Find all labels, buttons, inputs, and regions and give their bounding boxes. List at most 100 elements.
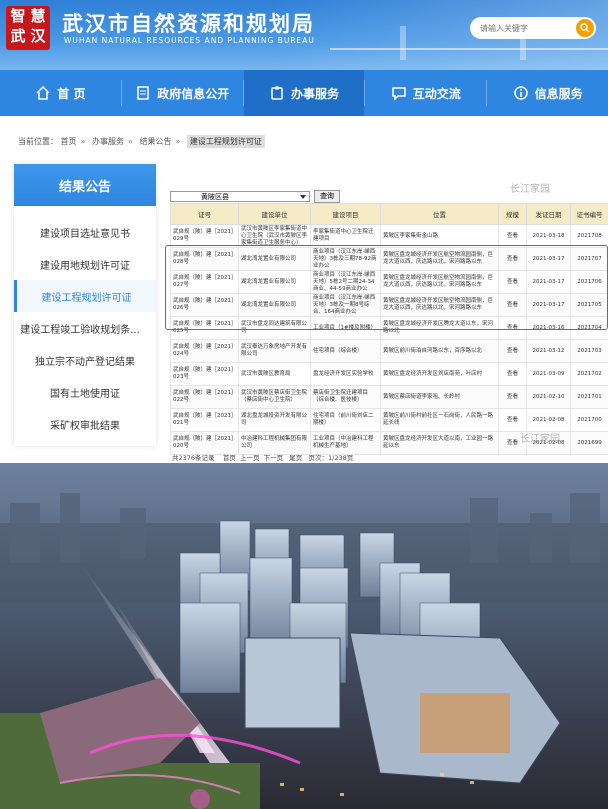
filter-bar: 黄陂区县 查询 (170, 189, 340, 203)
breadcrumb: 当前位置： 首页» 办事服务» 结果公告» 建设工程规划许可证 (18, 135, 265, 148)
breadcrumb-current: 建设工程规划许可证 (186, 135, 265, 148)
page-info: 页次：1/238页 (308, 454, 354, 462)
nav-interaction[interactable]: 互动交流 (365, 70, 486, 116)
magnifier-icon (580, 23, 590, 33)
table-cell: 武汉市黄陂区蔡店街卫生院（蔡店街中心卫生院） (238, 385, 311, 409)
sidebar-item-construction-permit[interactable]: 建设工程规划许可证 (14, 280, 156, 312)
column-header: 证号 (170, 203, 239, 225)
breadcrumb-link-results[interactable]: 结果公告 (139, 137, 171, 146)
nav-gov-info-label: 政府信息公开 (157, 86, 230, 101)
table-row[interactable]: 武自规（陂）建［2021］028号 湖北湾龙置业有限公司 商业项目（汉江东岸·嵊西天… (170, 247, 608, 271)
table-cell: 2021704 (570, 316, 608, 340)
last-page-link[interactable]: 尾页 (289, 454, 302, 462)
sidebar-item-property-registration[interactable]: 独立宗不动产登记结果 (14, 344, 156, 376)
table-cell: 武自规（陂）建［2021］028号 (170, 247, 239, 271)
logo-seal[interactable]: 智慧 武汉 (6, 6, 50, 50)
table-cell: 2021-03-09 (526, 362, 571, 386)
nav-home-label: 首 页 (57, 86, 86, 101)
main-nav: 首 页 政府信息公开 办事服务 互动交流 信息服务 (0, 70, 608, 116)
view-link[interactable]: 查看 (498, 339, 527, 363)
document-icon (137, 86, 149, 100)
sidebar-item-completion-acceptance[interactable]: 建设工程竣工验收规划条... (4, 312, 156, 344)
pagination: 共2376条记录 首页 上一页 下一页 尾页 页次：1/238页 (172, 452, 353, 462)
rendering-illustration (0, 463, 608, 809)
sidebar-item-site-selection[interactable]: 建设项目选址意见书 (14, 216, 156, 248)
table-cell: 2021-03-12 (526, 339, 571, 363)
table-cell: 黄陂区蔡店街道李家咀、长岭村 (380, 385, 499, 409)
breadcrumb-link-home[interactable]: 首页 (61, 137, 77, 146)
results-table: 证号 建设单位 建设项目 位置 规模 发证日期 证书编号 武自规（陂）建［202… (170, 203, 608, 455)
first-page-link[interactable]: 首页 (223, 454, 236, 462)
bridge-deck (330, 48, 608, 60)
table-row[interactable]: 武自规（陂）建［2021］029号 武汉市黄陂区李家集街道中心卫生院（武汉市黄陂区… (170, 224, 608, 248)
table-cell: 黄陂区盘龙经济开发区刘店南苑，叶店村 (380, 362, 499, 386)
column-header: 发证日期 (526, 203, 571, 225)
nav-gov-info[interactable]: 政府信息公开 (122, 70, 243, 116)
column-header: 位置 (380, 203, 499, 225)
search-button[interactable] (576, 19, 594, 37)
next-page-link[interactable]: 下一页 (264, 454, 284, 462)
sidebar-item-mining-rights[interactable]: 采矿权审批结果 (14, 408, 156, 440)
table-row[interactable]: 武自规（陂）建［2021］024号 武汉泰达万象房地产开发有限公司 住宅项目（综合楼… (170, 339, 608, 363)
table-cell: 2021699 (570, 431, 608, 455)
table-cell: 黄陂区盘龙经济开发区大道以南，工业园一路延以东 (380, 431, 499, 455)
table-cell: 湖北湾龙置业有限公司 (238, 293, 311, 317)
view-link[interactable]: 查看 (498, 224, 527, 248)
nav-services-label: 办事服务 (290, 86, 339, 101)
column-header: 证书编号 (570, 203, 608, 225)
table-cell: 2021-03-17 (526, 247, 571, 271)
column-header: 建设单位 (238, 203, 311, 225)
query-button[interactable]: 查询 (314, 189, 340, 203)
table-cell: 2021-03-16 (526, 316, 571, 340)
view-link[interactable]: 查看 (498, 362, 527, 386)
table-cell: 李家集街道中心卫生院迁建项目 (310, 224, 381, 248)
project-rendering-image (0, 463, 608, 809)
site-subtitle: WUHAN NATURAL RESOURCES AND PLANNING BUR… (64, 36, 315, 45)
sidebar-item-land-use-cert[interactable]: 国有土地使用证 (14, 376, 156, 408)
table-row[interactable]: 武自规（陂）建［2021］021号 湖北盘龙城投资开发有限公司 住宅项目（前川街刘店… (170, 408, 608, 432)
search-input[interactable] (478, 20, 578, 37)
table-cell: 黄陂区前川街村前社区一石岗街，人民路一路延长线 (380, 408, 499, 432)
table-row[interactable]: 武自规（陂）建［2021］025号 武汉市盘龙同达建筑有限公司 工业项目（1#楼及附… (170, 316, 608, 340)
table-cell: 武自规（陂）建［2021］023号 (170, 362, 239, 386)
view-link[interactable]: 查看 (498, 270, 527, 294)
view-link[interactable]: 查看 (498, 408, 527, 432)
table-cell: 黄陂区盘龙城经济开发区航空物流园南侧，巨龙大道以西，庆达路以北，宋河路路以东 (380, 293, 499, 317)
prev-page-link[interactable]: 上一页 (240, 454, 260, 462)
nav-services[interactable]: 办事服务 (243, 70, 365, 116)
table-cell: 湖北湾龙置业有限公司 (238, 247, 311, 271)
table-cell: 黄陂区盘龙城经济开发区航空物流园南侧，巨龙大道以西，庆达路以北，宋河路路以东 (380, 247, 499, 271)
table-cell: 湖北盘龙城投资开发有限公司 (238, 408, 311, 432)
table-cell: 2021700 (570, 408, 608, 432)
view-link[interactable]: 查看 (498, 316, 527, 340)
service-icon (271, 86, 283, 100)
table-cell: 2021-03-18 (526, 224, 571, 248)
table-header-row: 证号 建设单位 建设项目 位置 规模 发证日期 证书编号 (170, 203, 608, 225)
sidebar-item-land-use-permit[interactable]: 建设用地规划许可证 (14, 248, 156, 280)
nav-home[interactable]: 首 页 (0, 70, 121, 116)
view-link[interactable]: 查看 (498, 293, 527, 317)
nav-info-service[interactable]: 信息服务 (487, 70, 608, 116)
table-cell: 2021702 (570, 362, 608, 386)
table-cell: 武自规（陂）建［2021］027号 (170, 270, 239, 294)
table-cell: 蔡店街卫生院迁建项目（综合楼、医技楼） (310, 385, 381, 409)
home-icon (36, 85, 50, 100)
table-row[interactable]: 武自规（陂）建［2021］022号 武汉市黄陂区蔡店街卫生院（蔡店街中心卫生院）蔡… (170, 385, 608, 409)
table-cell: 2021-02-10 (526, 385, 571, 409)
table-row[interactable]: 武自规（陂）建［2021］023号 武汉市黄陂区教育局 盘龙经济开发区实验学校 黄陂区… (170, 362, 608, 386)
nav-interaction-label: 互动交流 (412, 86, 461, 101)
breadcrumb-separator: » (128, 137, 133, 146)
table-row[interactable]: 武自规（陂）建［2021］026号 湖北湾龙置业有限公司 商业项目（汉江东岸·嵊西天… (170, 293, 608, 317)
site-header: 智慧 武汉 武汉市自然资源和规划局 WUHAN NATURAL RESOURCE… (0, 0, 608, 70)
table-cell: 工业项目（1#楼及附楼） (310, 316, 381, 340)
view-link[interactable]: 查看 (498, 385, 527, 409)
view-link[interactable]: 查看 (498, 247, 527, 271)
table-row[interactable]: 武自规（陂）建［2021］027号 湖北湾龙置业有限公司 商业项目（汉江东岸·嵊西天… (170, 270, 608, 294)
column-header: 建设项目 (310, 203, 381, 225)
table-cell: 武自规（陂）建［2021］026号 (170, 293, 239, 317)
table-cell: 2021-02-08 (526, 408, 571, 432)
district-select[interactable]: 黄陂区县 (170, 190, 310, 202)
table-cell: 武汉泰达万象房地产开发有限公司 (238, 339, 311, 363)
table-cell: 黄陂区李家集街金山路 (380, 224, 499, 248)
breadcrumb-link-services[interactable]: 办事服务 (92, 137, 124, 146)
